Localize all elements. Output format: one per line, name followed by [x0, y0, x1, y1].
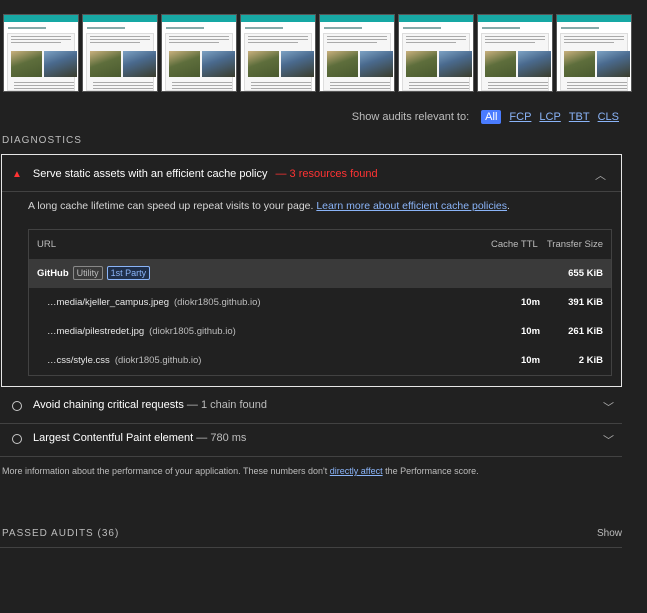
- learn-more-link[interactable]: Learn more about efficient cache policie…: [316, 200, 507, 212]
- metric-filter-all[interactable]: All: [481, 110, 502, 124]
- resource-url[interactable]: …media/pilestredet.jpg: [47, 326, 144, 337]
- filmstrip-frame: [556, 14, 632, 92]
- audit-title-text: Avoid chaining critical requests: [33, 399, 184, 411]
- entity-cell: GitHub Utility 1st Party: [37, 259, 151, 288]
- transfer-size-cell: 2 KiB: [578, 355, 603, 366]
- diagnostics-heading: DIAGNOSTICS: [2, 135, 82, 146]
- audit-title: Largest Contentful Paint element — 780 m…: [33, 424, 246, 453]
- chevron-down-icon[interactable]: ﹀: [603, 432, 614, 448]
- audit-description: A long cache lifetime can speed up repea…: [28, 200, 510, 212]
- warning-triangle-icon: ▲: [12, 168, 22, 180]
- note-text-after: the Performance score.: [382, 466, 479, 476]
- transfer-size-cell: 261 KiB: [568, 326, 603, 337]
- audit-cache-policy: ▲ Serve static assets with an efficient …: [1, 154, 622, 387]
- info-circle-icon: [12, 434, 22, 444]
- cache-ttl-cell: 10m: [521, 297, 541, 308]
- resource-host: (diokr1805.github.io): [173, 297, 261, 308]
- audit-title-text: Largest Contentful Paint element: [33, 432, 194, 444]
- passed-audits-heading: PASSED AUDITS (36): [2, 528, 120, 539]
- note-text-before: More information about the performance o…: [2, 466, 330, 476]
- group-size: 655 KiB: [568, 268, 603, 279]
- table-header: URL Cache TTL Transfer Size: [29, 230, 611, 259]
- table-group-row[interactable]: GitHub Utility 1st Party 655 KiB: [29, 259, 611, 288]
- metric-filter-tbt[interactable]: TBT: [569, 111, 590, 123]
- metric-filter-fcp[interactable]: FCP: [509, 111, 531, 123]
- details-table: URL Cache TTL Transfer Size GitHub Utilit…: [28, 229, 612, 376]
- directly-affect-link[interactable]: directly affect: [330, 466, 383, 476]
- metric-filter: Show audits relevant to: All FCP LCP TBT…: [352, 110, 619, 124]
- resource-host: (diokr1805.github.io): [114, 355, 202, 366]
- filmstrip-frame: [3, 14, 79, 92]
- chevron-down-icon[interactable]: ﹀: [603, 399, 614, 415]
- url-cell: …media/pilestredet.jpg (diokr1805.github.…: [47, 317, 236, 346]
- audit-title: Serve static assets with an efficient ca…: [32, 168, 268, 180]
- cache-ttl-cell: 10m: [521, 326, 541, 337]
- entity-name: GitHub: [37, 268, 69, 279]
- first-party-badge: 1st Party: [106, 266, 151, 280]
- url-cell: …media/kjeller_campus.jpeg (diokr1805.git…: [47, 288, 261, 317]
- resource-url[interactable]: …media/kjeller_campus.jpeg: [47, 297, 169, 308]
- filmstrip-frame: [161, 14, 237, 92]
- audit-lcp-element[interactable]: Largest Contentful Paint element — 780 m…: [0, 424, 622, 457]
- filmstrip-frame: [398, 14, 474, 92]
- audit-display-value: — 3 resources found: [275, 168, 378, 180]
- chevron-up-icon[interactable]: ︿: [595, 167, 606, 183]
- resource-host: (diokr1805.github.io): [149, 326, 236, 337]
- col-url: URL: [37, 239, 57, 250]
- metric-filter-label: Show audits relevant to:: [351, 111, 470, 123]
- description-end: .: [507, 200, 510, 212]
- table-row[interactable]: …media/pilestredet.jpg (diokr1805.github.…: [29, 317, 611, 346]
- cache-ttl-cell: 10m: [521, 355, 541, 366]
- transfer-size-cell: 391 KiB: [568, 297, 603, 308]
- metric-filter-lcp[interactable]: LCP: [539, 111, 560, 123]
- passed-audits-group[interactable]: PASSED AUDITS (36) Show: [0, 522, 622, 548]
- audit-critical-chains[interactable]: Avoid chaining critical requests — 1 cha…: [0, 391, 622, 424]
- description-text: A long cache lifetime can speed up repea…: [28, 200, 317, 212]
- table-row[interactable]: …css/style.css (diokr1805.github.io) 10m …: [29, 346, 611, 375]
- audit-cache-policy-header[interactable]: ▲ Serve static assets with an efficient …: [12, 165, 612, 183]
- audit-display-value: — 780 ms: [193, 432, 247, 444]
- show-passed-button[interactable]: Show: [597, 528, 622, 539]
- resource-url[interactable]: …css/style.css: [47, 355, 110, 366]
- performance-note: More information about the performance o…: [2, 466, 479, 476]
- filmstrip-frame: [240, 14, 316, 92]
- filmstrip-frame: [82, 14, 158, 92]
- table-row[interactable]: …media/kjeller_campus.jpeg (diokr1805.git…: [29, 288, 611, 317]
- col-transfer-size: Transfer Size: [546, 239, 603, 250]
- audit-display-value: — 1 chain found: [183, 399, 267, 411]
- filmstrip-frame: [477, 14, 553, 92]
- filmstrip: [0, 0, 647, 95]
- filmstrip-frame: [319, 14, 395, 92]
- audit-title: Avoid chaining critical requests — 1 cha…: [33, 391, 267, 420]
- utility-badge: Utility: [72, 266, 103, 280]
- url-cell: …css/style.css (diokr1805.github.io): [47, 346, 201, 375]
- info-circle-icon: [12, 401, 22, 411]
- divider: [2, 191, 621, 192]
- metric-filter-cls[interactable]: CLS: [598, 111, 619, 123]
